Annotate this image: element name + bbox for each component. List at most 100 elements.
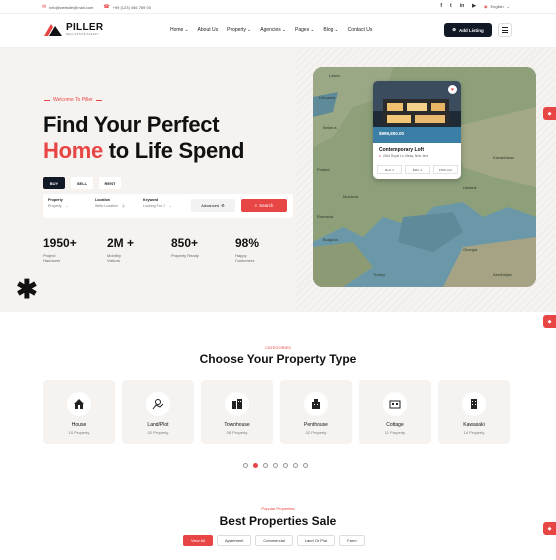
pager-dot[interactable] <box>283 463 288 468</box>
chevron-down-icon: ⌄ <box>334 27 339 33</box>
location-input[interactable]: Location Write Location ◎ <box>95 198 125 208</box>
settings-icon: ⚙ <box>221 203 225 208</box>
nav-item-about[interactable]: About Us <box>198 27 219 33</box>
pager-dot[interactable] <box>303 463 308 468</box>
stat-item: 1950+ Project Handover <box>43 236 107 263</box>
pager-dot[interactable] <box>263 463 268 468</box>
address-text: 2464 Royal Ln. Mesa, New Jers <box>382 154 429 158</box>
category-name: Townhouse <box>224 422 250 428</box>
pager-dot-active[interactable] <box>253 463 258 468</box>
filter-apartment[interactable]: Apartment <box>216 535 252 546</box>
category-card-townhouse[interactable]: Townhouse 05 Property <box>201 380 273 444</box>
house-icon <box>67 392 91 416</box>
brand-tagline: REAL ESTATE AGENCY <box>66 32 99 36</box>
facebook-icon[interactable]: f <box>440 3 442 9</box>
search-button[interactable]: ⌕ Search <box>241 199 287 212</box>
map-label: Latvia <box>329 73 340 78</box>
top-bar: ✉ info@website@mail.com ☎ +99 (123) 456 … <box>0 0 556 14</box>
nav-item-blog[interactable]: Blog ⌄ <box>323 27 338 33</box>
plus-circle-icon: ⊕ <box>452 27 457 32</box>
nav-label: Home <box>170 27 184 33</box>
category-cards: House 10 Property Land/Plot 02 Property … <box>43 380 510 444</box>
carousel-pager <box>243 463 308 468</box>
filter-commercial[interactable]: Commercial <box>255 535 293 546</box>
building-icon <box>462 392 486 416</box>
nav-item-contact[interactable]: Contact Us <box>348 27 373 33</box>
category-count: 05 Property <box>226 430 248 435</box>
nav-item-home[interactable]: Home ⌄ <box>170 27 189 33</box>
filter-view-all[interactable]: View All <box>183 535 213 546</box>
property-filters: View All Apartment Commercial Land Or Pl… <box>183 535 365 546</box>
stat-label: Monthly Visitors <box>107 253 122 263</box>
pager-dot[interactable] <box>273 463 278 468</box>
nav-label: Agencies <box>260 27 281 33</box>
category-count: 10 Property <box>68 430 90 435</box>
map-label: Azerbaijan <box>493 272 512 277</box>
feature-beds: Bed: 4 <box>377 165 402 174</box>
chevron-down-icon: ⌄ <box>310 27 315 33</box>
add-listing-button[interactable]: ⊕ Add Listing <box>444 23 492 37</box>
category-name: Penthouse <box>304 422 328 428</box>
category-card-house[interactable]: House 10 Property <box>43 380 115 444</box>
deal-tabs: BUY SELL RENT <box>43 177 121 189</box>
youtube-icon[interactable]: ▶ <box>472 3 476 9</box>
property-title[interactable]: Contemporary Loft <box>379 147 424 153</box>
hero-section: Welcome To Piller Find Your Perfect Home… <box>0 48 556 312</box>
pager-dot[interactable] <box>243 463 248 468</box>
category-card-kawasaki[interactable]: Kawasaki 14 Property <box>438 380 510 444</box>
asterisk-icon: ✱ <box>16 274 38 304</box>
hero-title-line2: Home to Life Spend <box>43 138 244 164</box>
property-card[interactable]: ♥ $999,800.00 Contemporary Loft ● 2464 Ro… <box>373 81 461 179</box>
map-label: Georgia <box>463 247 478 252</box>
floating-action-button[interactable]: ◆ <box>543 315 556 328</box>
property-label: Property <box>48 198 63 202</box>
nav-item-property[interactable]: Property ⌄ <box>227 27 251 33</box>
property-map[interactable]: Latvia Lithuania Belarus Poland Ukraine … <box>313 67 536 287</box>
phone-link[interactable]: ☎ +99 (123) 456 789 00 <box>103 4 151 10</box>
floating-action-button[interactable]: ◆ <box>543 107 556 120</box>
property-price: $999,800.00 <box>379 131 405 136</box>
twitter-icon[interactable]: t <box>450 3 452 9</box>
property-type-select[interactable]: Property Property ⌄ <box>48 198 69 208</box>
email-text: info@website@mail.com <box>49 4 94 10</box>
cart-icon: ◆ <box>547 110 552 117</box>
tab-sell[interactable]: SELL <box>71 177 93 189</box>
favorite-heart-icon[interactable]: ♥ <box>448 85 457 94</box>
globe-icon: ◉ <box>484 3 488 9</box>
tab-rent[interactable]: RENT <box>99 177 121 189</box>
dash-icon <box>95 99 102 101</box>
tab-buy[interactable]: BUY <box>43 177 65 189</box>
dash-icon <box>44 99 50 101</box>
property-value: Property <box>48 204 62 208</box>
category-card-penthouse[interactable]: Penthouse 02 Property <box>280 380 352 444</box>
pager-dot[interactable] <box>293 463 298 468</box>
map-label: Moldova <box>343 194 359 199</box>
linkedin-icon[interactable]: in <box>460 3 464 9</box>
filter-land-or-plot[interactable]: Land Or Plot <box>296 535 336 546</box>
hero-eyebrow: Welcome To Piller <box>44 97 102 103</box>
nav-item-pages[interactable]: Pages ⌄ <box>295 27 314 33</box>
nav-item-agencies[interactable]: Agencies ⌄ <box>260 27 286 33</box>
category-card-cottage[interactable]: Cottage 11 Property <box>359 380 431 444</box>
hamburger-line <box>502 31 508 33</box>
map-pin-icon: ● <box>379 154 381 158</box>
logo[interactable]: PILLER REAL ESTATE AGENCY <box>44 22 103 36</box>
search-label: Search <box>259 203 274 208</box>
stat-item: 850+ Property Ready <box>171 236 235 263</box>
keyword-input[interactable]: Keyword Looking For ? ⌄ <box>143 198 172 208</box>
stat-number: 1950+ <box>43 236 77 250</box>
category-name: House <box>71 422 87 428</box>
category-count: 14 Property <box>463 430 485 435</box>
language-select[interactable]: ◉ English ⌄ <box>484 4 510 9</box>
map-label: Bulgaria <box>323 237 338 242</box>
property-search: Property Property ⌄ Location Write Locati… <box>43 194 293 218</box>
hero-eyebrow-text: Welcome To Piller <box>53 97 93 103</box>
advanced-button[interactable]: Advanced ⚙ <box>191 199 235 212</box>
category-card-land[interactable]: Land/Plot 02 Property <box>122 380 194 444</box>
email-link[interactable]: ✉ info@website@mail.com <box>42 4 93 10</box>
main-nav: PILLER REAL ESTATE AGENCY Home ⌄ About Us… <box>0 14 556 48</box>
mail-icon: ✉ <box>42 4 47 10</box>
chevron-down-icon: ⌄ <box>247 27 252 33</box>
filter-farm[interactable]: Farm <box>339 535 365 546</box>
menu-toggle-button[interactable] <box>498 23 512 37</box>
